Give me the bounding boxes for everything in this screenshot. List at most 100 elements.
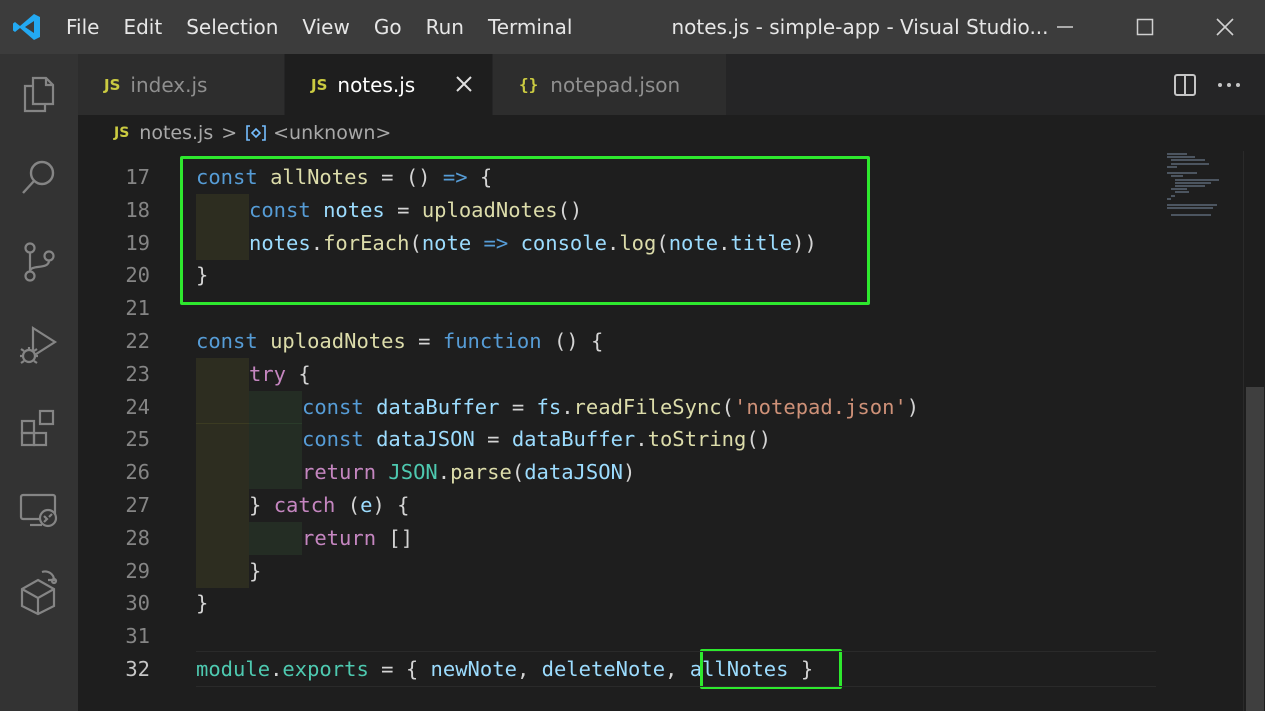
code-token: { bbox=[467, 165, 493, 189]
tab-index-js[interactable]: JS index.js bbox=[78, 54, 284, 115]
code-line[interactable]: 20} bbox=[78, 259, 1158, 292]
split-editor-button[interactable] bbox=[1163, 54, 1207, 115]
code-line[interactable]: 31 bbox=[78, 620, 1158, 653]
menu-bar: File Edit Selection View Go Run Terminal bbox=[54, 0, 584, 54]
menu-item-edit[interactable]: Edit bbox=[111, 0, 174, 54]
code-line[interactable]: 22 const uploadNotes = function () { bbox=[78, 325, 1158, 358]
breadcrumb-separator: > bbox=[221, 122, 238, 144]
line-number: 26 bbox=[125, 460, 150, 485]
source-control-icon[interactable] bbox=[0, 232, 78, 292]
code-token: try bbox=[249, 361, 287, 386]
vertical-scrollbar[interactable] bbox=[1243, 151, 1265, 711]
minimap-line bbox=[1167, 172, 1197, 175]
code-content: const allNotes = () => { bbox=[196, 161, 492, 194]
code-line[interactable]: 30} bbox=[78, 587, 1158, 620]
code-token: => bbox=[442, 165, 468, 189]
code-token: const bbox=[196, 329, 258, 353]
code-line[interactable]: 18 const notes = uploadNotes() bbox=[78, 193, 1158, 227]
js-file-icon: JS bbox=[114, 125, 130, 141]
code-line[interactable]: 27} catch (e) { bbox=[78, 489, 1158, 522]
code-token: . bbox=[437, 460, 451, 485]
line-number: 25 bbox=[125, 427, 150, 452]
minimap-line bbox=[1167, 197, 1171, 200]
code-line[interactable]: 21 bbox=[78, 292, 1158, 325]
code-line[interactable]: 23 try { bbox=[78, 357, 1158, 391]
docker-icon[interactable] bbox=[0, 562, 78, 622]
code-content: const notes = uploadNotes() bbox=[196, 193, 583, 227]
code-token: } bbox=[196, 263, 209, 288]
editor-tab-bar: JS index.js JS notes.js {} notepad.json bbox=[78, 54, 1265, 115]
code-line[interactable]: 25 const dataJSON = dataBuffer.toString() bbox=[78, 423, 1158, 457]
minimap-line bbox=[1167, 207, 1213, 210]
maximize-button[interactable] bbox=[1105, 0, 1185, 54]
minimap-line bbox=[1171, 188, 1187, 191]
code-token: . bbox=[561, 394, 574, 419]
activity-bar bbox=[0, 54, 78, 711]
menu-item-terminal[interactable]: Terminal bbox=[476, 0, 585, 54]
window-controls bbox=[1025, 0, 1265, 54]
extensions-icon[interactable] bbox=[0, 398, 78, 458]
current-line-highlight bbox=[196, 651, 1156, 687]
code-token: = () bbox=[368, 165, 443, 189]
indent-guide bbox=[196, 554, 249, 588]
run-debug-icon[interactable] bbox=[0, 314, 78, 374]
line-number: 23 bbox=[125, 361, 150, 386]
minimap-line bbox=[1167, 153, 1187, 155]
tab-notes-js[interactable]: JS notes.js bbox=[285, 54, 492, 115]
menu-item-run[interactable]: Run bbox=[414, 0, 476, 54]
code-line[interactable]: 29} bbox=[78, 554, 1158, 588]
menu-item-go[interactable]: Go bbox=[362, 0, 414, 54]
code-token: ) { bbox=[372, 493, 410, 517]
menu-item-selection[interactable]: Selection bbox=[174, 0, 290, 54]
code-line[interactable]: 28 return [] bbox=[78, 521, 1158, 555]
code-token: { bbox=[286, 361, 311, 386]
line-number: 31 bbox=[125, 624, 150, 649]
code-token: title bbox=[730, 230, 793, 255]
minimize-button[interactable] bbox=[1025, 0, 1105, 54]
tab-notepad-json[interactable]: {} notepad.json bbox=[493, 54, 726, 115]
close-window-button[interactable] bbox=[1185, 0, 1265, 54]
breadcrumb: JS notes.js > <unknown> bbox=[78, 115, 1265, 151]
code-token: return bbox=[302, 460, 377, 485]
code-token: dataBuffer bbox=[376, 394, 500, 419]
code-line[interactable]: 26 return JSON.parse(dataJSON) bbox=[78, 456, 1158, 490]
code-token: ( bbox=[335, 493, 361, 517]
code-editor[interactable]: 17 const allNotes = () => {18 const notes … bbox=[78, 151, 1265, 711]
search-icon[interactable] bbox=[0, 148, 78, 208]
code-token: () bbox=[557, 197, 583, 222]
code-line[interactable]: 17 const allNotes = () => { bbox=[78, 161, 1158, 194]
minimap-line bbox=[1175, 185, 1205, 187]
code-token: forEach bbox=[323, 230, 410, 255]
code-content: } catch (e) { bbox=[196, 489, 409, 522]
breadcrumb-file[interactable]: notes.js bbox=[139, 122, 213, 144]
symbol-icon bbox=[245, 124, 267, 142]
code-token: return bbox=[302, 525, 377, 550]
menu-item-view[interactable]: View bbox=[290, 0, 361, 54]
code-line[interactable]: 19 notes.forEach(note => console.log(note… bbox=[78, 226, 1158, 260]
line-number: 29 bbox=[125, 558, 150, 583]
line-number: 19 bbox=[125, 230, 150, 255]
ellipsis-icon bbox=[1218, 82, 1240, 87]
code-token: => bbox=[483, 230, 509, 255]
close-tab-icon[interactable] bbox=[452, 72, 476, 96]
more-actions-button[interactable] bbox=[1207, 54, 1251, 115]
code-token: note bbox=[668, 230, 719, 255]
code-content: const uploadNotes = function () { bbox=[196, 325, 603, 358]
code-token: = bbox=[384, 197, 422, 222]
indent-guide bbox=[196, 193, 249, 227]
code-line[interactable]: 24 const dataBuffer = fs.readFileSync('no… bbox=[78, 390, 1158, 424]
code-token: . bbox=[606, 230, 620, 255]
line-number: 24 bbox=[125, 394, 150, 419]
code-token: fs bbox=[536, 394, 562, 419]
breadcrumb-symbol[interactable]: <unknown> bbox=[273, 122, 391, 144]
minimap[interactable] bbox=[1163, 151, 1243, 241]
explorer-icon[interactable] bbox=[0, 64, 78, 124]
remote-explorer-icon[interactable] bbox=[0, 480, 78, 540]
scrollbar-thumb[interactable] bbox=[1246, 387, 1264, 711]
code-token: log bbox=[619, 230, 657, 255]
minimap-line bbox=[1167, 156, 1195, 159]
menu-item-file[interactable]: File bbox=[54, 0, 111, 54]
